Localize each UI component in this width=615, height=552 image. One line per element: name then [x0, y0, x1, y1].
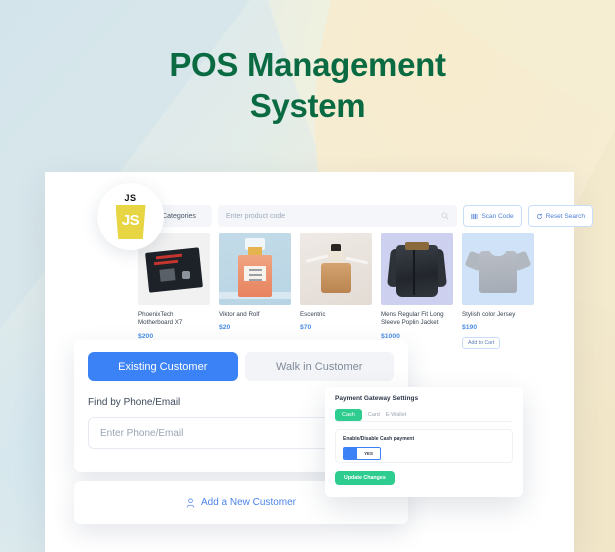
product-price: $70 — [300, 324, 312, 332]
tab-walk-in-customer-label: Walk in Customer — [276, 360, 363, 373]
js-shield-label: JS — [121, 212, 140, 229]
product-name: Viktor and Rolf — [219, 311, 260, 318]
product-price: $190 — [462, 324, 478, 332]
product-price: $200 — [138, 332, 154, 340]
person-icon — [186, 498, 195, 508]
scan-code-button[interactable]: Scan Code — [463, 205, 522, 227]
product-price: $20 — [219, 324, 231, 332]
tab-existing-customer[interactable]: Existing Customer — [88, 352, 238, 381]
product-name: PhoenixTech Motherboard X7 — [138, 311, 183, 327]
product-code-input[interactable]: Enter product code — [226, 213, 441, 220]
product-image-jacket — [381, 233, 453, 305]
payment-gateway-settings-panel: Payment Gateway Settings Cash Card E-Wal… — [325, 387, 523, 497]
product-card[interactable]: Stylish color Jersey $190 Add to Cart — [462, 233, 534, 350]
product-card[interactable]: Viktor and Rolf $20 — [219, 233, 291, 349]
reset-search-button[interactable]: Reset Search — [527, 205, 593, 227]
add-to-cart-button[interactable]: Add to Cart — [462, 337, 501, 350]
product-name: Mens Regular Fit Long Sleeve Poplin Jack… — [381, 311, 444, 327]
product-price: $1000 — [381, 332, 400, 340]
product-code-search-box[interactable]: Enter product code — [218, 205, 458, 227]
payment-tab-ewallet[interactable]: E-Wallet — [386, 409, 407, 421]
product-search-toolbar: ll Categories Enter product code Scan Co… — [150, 205, 593, 227]
refresh-icon — [536, 213, 542, 219]
payment-settings-title: Payment Gateway Settings — [335, 395, 419, 402]
payment-method-tabs: Cash Card E-Wallet — [335, 409, 513, 422]
product-name: Escentric — [300, 311, 326, 318]
cash-payment-setting-box: Enable/Disable Cash payment YES — [335, 429, 513, 463]
scan-code-label: Scan Code — [481, 212, 514, 220]
product-card[interactable]: Mens Regular Fit Long Sleeve Poplin Jack… — [381, 233, 453, 349]
js-shield-icon: JS — [115, 205, 146, 239]
cash-payment-toggle[interactable]: YES — [343, 447, 381, 460]
phone-email-placeholder: Enter Phone/Email — [100, 427, 184, 439]
payment-tab-card[interactable]: Card — [368, 409, 380, 421]
product-image-jersey — [462, 233, 534, 305]
reset-search-label: Reset Search — [545, 212, 585, 220]
add-new-customer-label: Add a New Customer — [200, 497, 297, 508]
product-image-perfume-escentric — [300, 233, 372, 305]
customer-type-tabs: Existing Customer Walk in Customer — [88, 352, 394, 381]
product-grid: PhoenixTech Motherboard X7 $200 Viktor a… — [138, 233, 597, 350]
tab-walk-in-customer[interactable]: Walk in Customer — [244, 352, 394, 381]
product-name: Stylish color Jersey — [462, 311, 516, 318]
product-card[interactable]: PhoenixTech Motherboard X7 $200 — [138, 233, 210, 349]
product-card[interactable]: Escentric $70 — [300, 233, 372, 349]
product-image-perfume-viktor-rolf — [219, 233, 291, 305]
js-logo-top-text: JS — [124, 193, 137, 203]
js-logo-badge: JS JS — [97, 183, 164, 250]
page-title: POS Management System — [169, 46, 446, 125]
payment-tab-cash[interactable]: Cash — [335, 409, 362, 421]
barcode-icon — [471, 213, 478, 219]
enable-disable-cash-label: Enable/Disable Cash payment — [343, 436, 415, 442]
tab-existing-customer-label: Existing Customer — [118, 360, 208, 373]
js-logo-icon: JS JS — [115, 193, 146, 239]
toggle-knob — [344, 448, 357, 459]
search-icon — [442, 212, 449, 220]
update-changes-button[interactable]: Update Changes — [335, 471, 395, 485]
toggle-value-label: YES — [364, 451, 373, 456]
